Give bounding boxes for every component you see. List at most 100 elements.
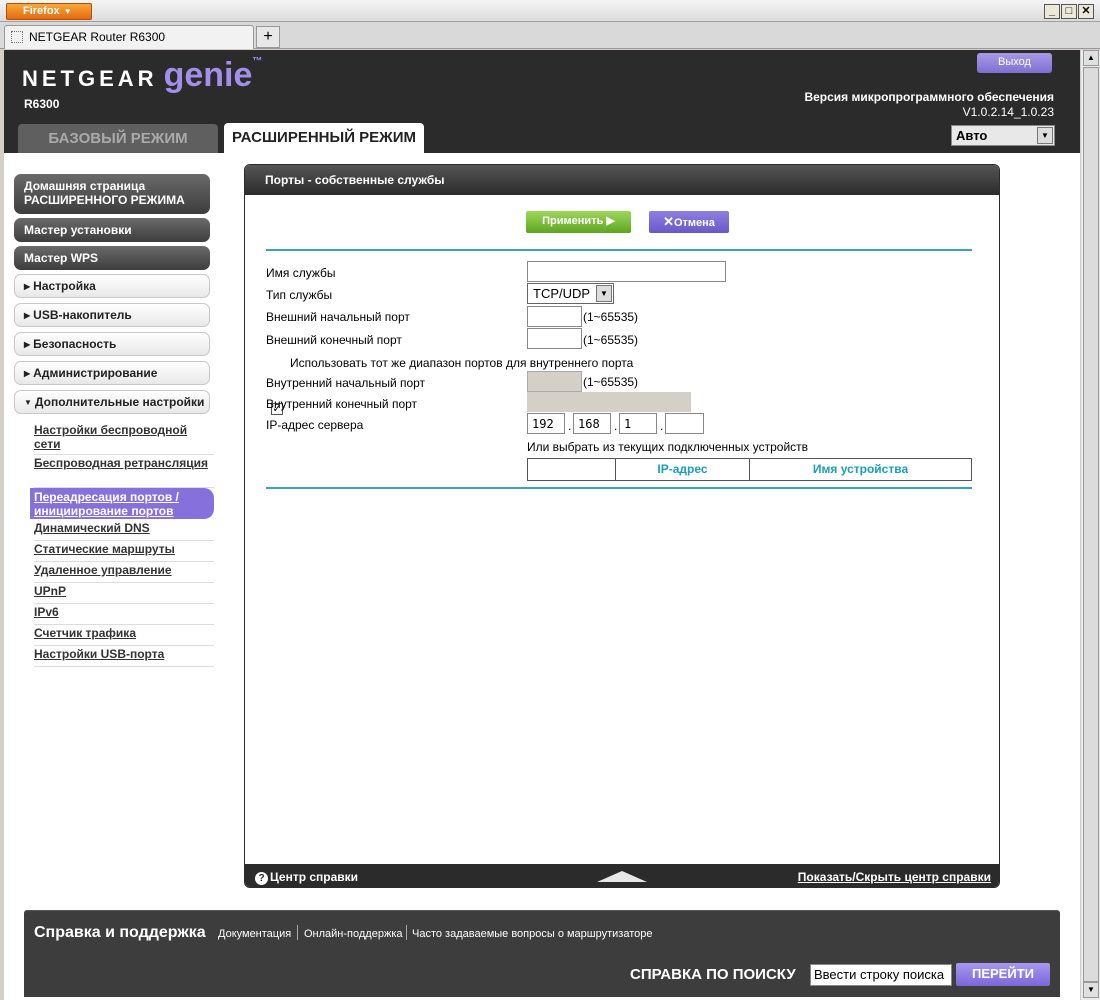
link-separator (406, 925, 407, 940)
sidebar-link-wireless-settings[interactable]: Настройки беспроводной сети (34, 423, 214, 455)
expand-arrow-icon[interactable] (597, 871, 647, 882)
browser-tab-title: NETGEAR Router R6300 (29, 30, 166, 44)
external-start-port-label: Внешний начальный порт (266, 310, 410, 324)
close-window-button[interactable]: ✕ (1078, 4, 1094, 19)
sidebar-link-dynamic-dns[interactable]: Динамический DNS (34, 521, 214, 541)
ip-octet-1[interactable] (527, 413, 565, 434)
ip-dot: . (660, 419, 664, 433)
ip-octet-3[interactable] (619, 413, 657, 434)
panel-footer: ? Центр справки Показать/Скрыть центр спр… (245, 864, 999, 887)
cancel-button[interactable]: ✕Отмена (649, 211, 729, 233)
search-input[interactable]: Ввести строку поиска (810, 964, 952, 986)
sidebar-section-label: Администрирование (33, 366, 158, 380)
logout-button[interactable]: Выход (977, 53, 1052, 73)
sidebar-section-label: Безопасность (33, 337, 117, 351)
language-select[interactable]: Авто ▼ (951, 125, 1055, 146)
support-footer: Справка и поддержка Документация Онлайн-… (24, 910, 1060, 997)
browser-tab-strip: NETGEAR Router R6300 + (0, 22, 1100, 49)
table-header-device-name: Имя устройства (812, 462, 909, 476)
connected-devices-table: IP-адрес Имя устройства (527, 458, 972, 481)
service-type-value: TCP/UDP (533, 286, 591, 301)
panel-title: Порты - собственные службы (245, 165, 999, 195)
netgear-genie-logo: NETGEAR genie™ (22, 56, 262, 95)
internal-start-port-label: Внутренний начальный порт (266, 376, 426, 390)
external-start-port-input[interactable] (527, 306, 582, 327)
sidebar-item-advanced-home[interactable]: Домашняя страница РАСШИРЕННОГО РЕЖИМА (14, 174, 210, 214)
maximize-button[interactable]: □ (1061, 4, 1077, 19)
service-name-input[interactable] (527, 261, 726, 282)
sidebar-link-port-forwarding[interactable]: Переадресация портов / инициирование пор… (30, 488, 214, 519)
sidebar-section-label: USB-накопитель (33, 308, 132, 322)
firmware-label: Версия микропрограммного обеспечения (804, 90, 1054, 104)
online-support-link[interactable]: Онлайн-поддержка (304, 928, 402, 940)
sidebar-link-static-routes[interactable]: Статические маршруты (34, 542, 214, 562)
sidebar-link-upnp[interactable]: UPnP (34, 584, 214, 604)
sidebar-link-wireless-repeating[interactable]: Беспроводная ретрансляция (34, 456, 214, 488)
advanced-home-line1: Домашняя страница (24, 179, 146, 193)
table-header-select (528, 459, 616, 480)
sidebar-item-security[interactable]: ▶ Безопасность (14, 332, 210, 356)
sidebar-section-label: Дополнительные настройки (34, 395, 205, 409)
bottom-divider (266, 487, 972, 489)
choose-device-label: Или выбрать из текущих подключенных устр… (527, 440, 809, 454)
help-toggle-link[interactable]: Показать/Скрыть центр справки (798, 870, 991, 884)
scroll-up-icon[interactable]: ▲ (1083, 50, 1099, 66)
sidebar-item-setup[interactable]: ▶ Настройка (14, 274, 210, 298)
table-header-ip: IP-адрес (616, 459, 750, 480)
sidebar-link-ipv6[interactable]: IPv6 (34, 605, 214, 625)
firefox-menu-button[interactable]: Firefox ▼ (6, 3, 92, 20)
internal-end-port-label: Внутренний конечный порт (266, 397, 418, 411)
service-type-select[interactable]: TCP/UDP ▼ (527, 283, 614, 304)
router-faq-link[interactable]: Часто задаваемые вопросы о маршрутизатор… (412, 928, 653, 940)
documentation-link[interactable]: Документация (218, 928, 291, 940)
product-name: genie (163, 56, 253, 94)
sidebar-link-usb-settings[interactable]: Настройки USB-порта (34, 647, 214, 667)
sidebar-item-wps-wizard[interactable]: Мастер WPS (14, 246, 210, 270)
ip-octet-4[interactable] (665, 413, 704, 434)
firefox-menu-label: Firefox (23, 5, 60, 17)
new-tab-button[interactable]: + (256, 26, 280, 48)
internal-end-port-disabled (527, 392, 691, 412)
sidebar-item-usb-storage[interactable]: ▶ USB-накопитель (14, 303, 210, 327)
tab-advanced-mode[interactable]: РАСШИРЕННЫЙ РЕЖИМ (224, 123, 424, 153)
trademark-symbol: ™ (252, 56, 263, 67)
scroll-down-icon[interactable]: ▼ (1083, 982, 1099, 998)
sidebar-link-traffic-meter[interactable]: Счетчик трафика (34, 626, 214, 646)
search-go-button[interactable]: ПЕРЕЙТИ (956, 963, 1050, 986)
external-end-port-label: Внешний конечный порт (266, 333, 402, 347)
internal-start-port-input[interactable] (527, 371, 582, 392)
help-center-label: Центр справки (270, 870, 359, 884)
tab-basic-mode[interactable]: БАЗОВЫЙ РЕЖИМ (18, 124, 218, 153)
sidebar-item-advanced-setup[interactable]: ▼ Дополнительные настройки (14, 390, 210, 414)
sidebar-section-label: Настройка (33, 279, 96, 293)
page-favicon-icon (11, 31, 23, 43)
sidebar-item-administration[interactable]: ▶ Администрирование (14, 361, 210, 385)
router-header: NETGEAR genie™ R6300 Выход Версия микропр… (4, 50, 1080, 153)
ip-octet-2[interactable] (573, 413, 611, 434)
sidebar-link-remote-management[interactable]: Удаленное управление (34, 563, 214, 583)
dropdown-arrow-icon: ▼ (596, 285, 612, 302)
question-icon: ? (255, 872, 268, 885)
top-divider (266, 249, 972, 251)
port-services-panel: Порты - собственные службы Применить ▶ ✕… (244, 164, 1000, 888)
dropdown-arrow-icon: ▼ (1037, 127, 1053, 144)
range-hint: (1~65535) (583, 333, 639, 347)
advanced-home-line2: РАСШИРЕННОГО РЕЖИМА (24, 193, 185, 207)
external-end-port-input[interactable] (527, 328, 582, 349)
sidebar-item-setup-wizard[interactable]: Мастер установки (14, 218, 210, 242)
scrollbar-thumb[interactable] (1083, 67, 1099, 982)
range-hint: (1~65535) (583, 375, 639, 389)
triangle-right-icon: ▶ (24, 282, 31, 291)
apply-button[interactable]: Применить ▶ (526, 211, 631, 233)
language-selected: Авто (956, 128, 988, 143)
minimize-button[interactable]: _ (1044, 4, 1060, 19)
help-center-link[interactable]: ? Центр справки (255, 870, 358, 885)
vertical-scrollbar[interactable]: ▲ ▼ (1080, 50, 1100, 1000)
page-viewport: NETGEAR genie™ R6300 Выход Версия микропр… (4, 50, 1080, 1000)
link-separator (297, 925, 298, 940)
server-ip-label: IP-адрес сервера (266, 418, 364, 432)
browser-tab[interactable]: NETGEAR Router R6300 (4, 25, 254, 49)
same-range-label: Использовать тот же диапазон портов для … (290, 356, 634, 370)
chevron-down-icon: ▼ (63, 7, 72, 16)
triangle-right-icon: ▶ (24, 369, 31, 378)
